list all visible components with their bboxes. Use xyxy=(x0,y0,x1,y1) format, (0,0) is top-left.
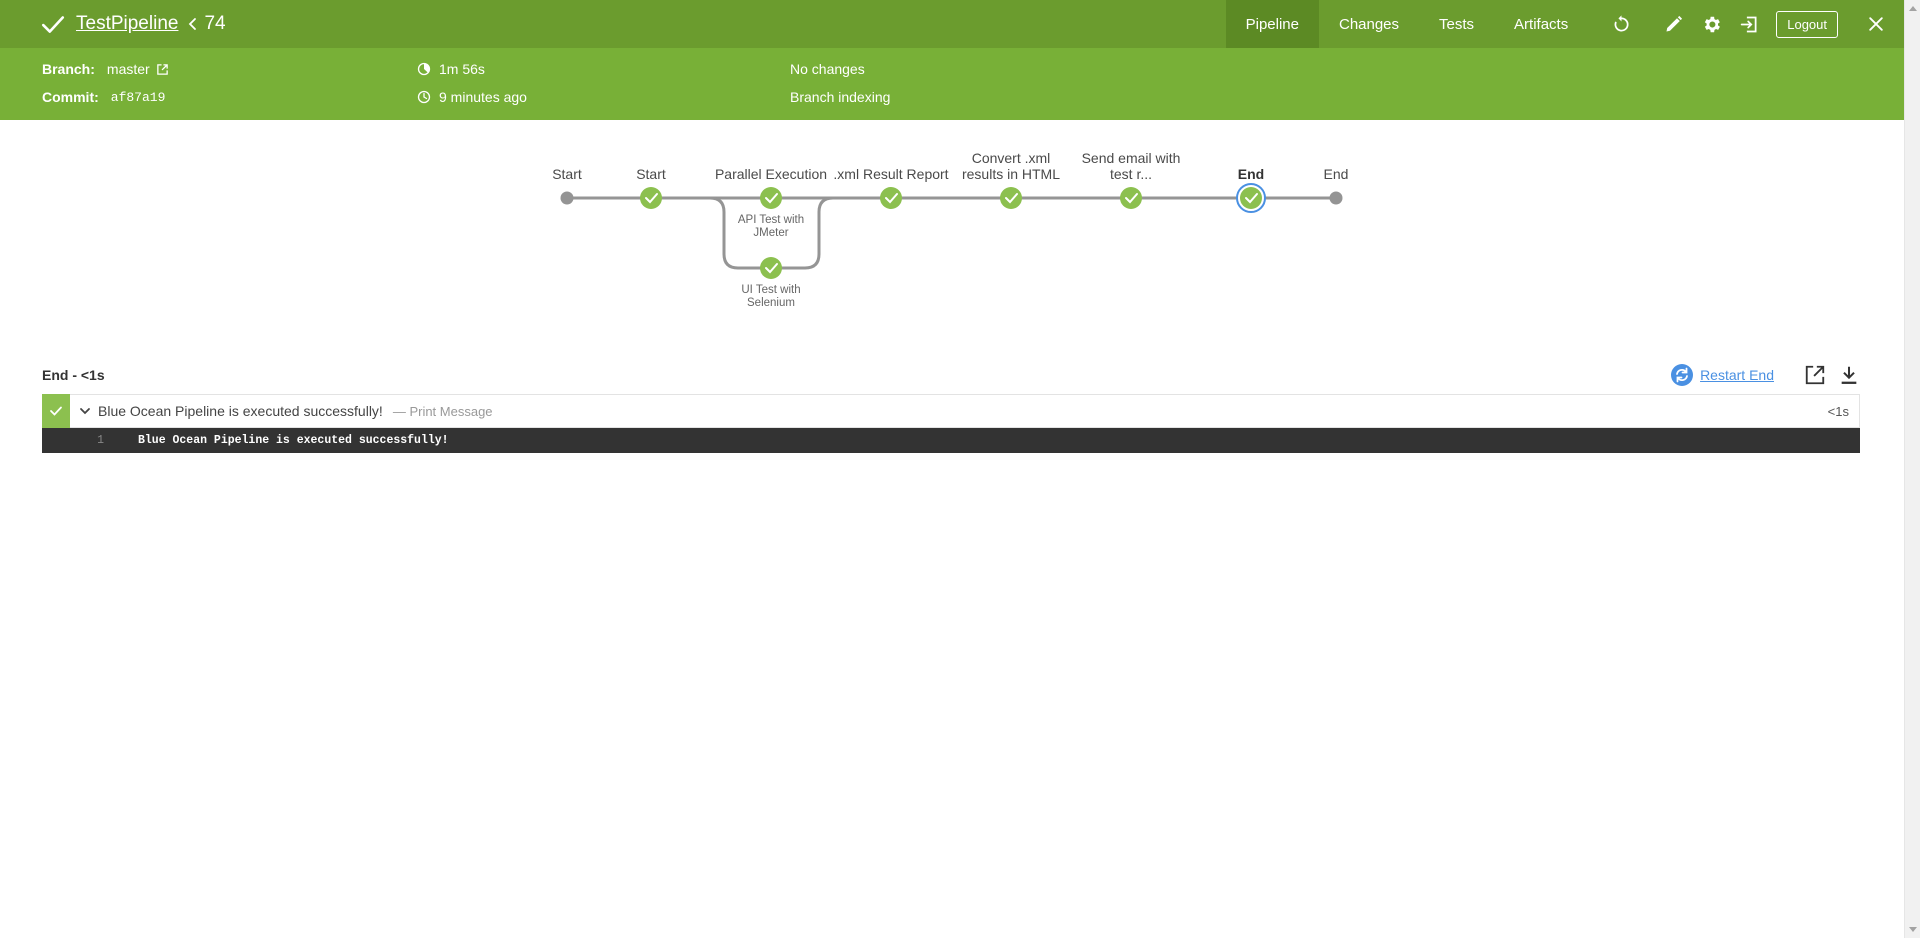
cause-value: Branch indexing xyxy=(790,89,891,105)
changes-value: No changes xyxy=(790,61,865,77)
step-row[interactable]: Blue Ocean Pipeline is executed successf… xyxy=(42,394,1860,428)
step-type: — Print Message xyxy=(392,403,493,419)
commit-value[interactable]: af87a19 xyxy=(111,90,166,105)
step-duration: <1s xyxy=(1827,403,1849,419)
open-in-new-icon[interactable] xyxy=(1804,364,1826,386)
stopwatch-icon xyxy=(417,62,431,76)
logout-button[interactable]: Logout xyxy=(1776,10,1838,38)
graph-node-start[interactable] xyxy=(560,191,574,205)
stage-label-line: results in HTML xyxy=(961,166,1061,182)
tab-artifacts[interactable]: Artifacts xyxy=(1494,0,1588,48)
branch-label-line: API Test with xyxy=(737,214,805,226)
success-check-icon xyxy=(41,16,65,33)
branch-value[interactable]: master xyxy=(107,61,150,77)
external-link-icon[interactable] xyxy=(156,63,169,76)
download-icon[interactable] xyxy=(1838,364,1860,386)
graph-node-api-test[interactable] xyxy=(760,187,782,209)
edit-icon xyxy=(1666,15,1682,31)
restart-stage-link[interactable]: Restart End xyxy=(1700,367,1774,383)
exit-button[interactable] xyxy=(1730,0,1768,48)
graph-node-convert-html[interactable] xyxy=(1000,187,1022,209)
top-bar: TestPipeline 74 Pipeline Changes Tests A… xyxy=(0,0,1904,48)
gear-icon xyxy=(1704,16,1720,32)
top-nav: Pipeline Changes Tests Artifacts Logout xyxy=(1225,0,1904,48)
stage-label-line: Convert .xml xyxy=(971,150,1051,166)
step-title: End - <1s xyxy=(42,367,105,383)
branch-label-line: JMeter xyxy=(753,227,789,239)
close-icon xyxy=(1869,17,1883,31)
pipeline-graph: Start Start Parallel Execution .xml Resu… xyxy=(0,120,1904,350)
tab-pipeline[interactable]: Pipeline xyxy=(1225,0,1319,48)
stage-label-start-stage[interactable]: Start xyxy=(581,166,721,182)
restart-icon[interactable] xyxy=(1670,363,1694,387)
graph-node-end[interactable] xyxy=(1329,191,1343,205)
scroll-down-arrow[interactable] xyxy=(1909,927,1917,932)
run-number: 74 xyxy=(204,13,226,34)
commit-label: Commit: xyxy=(42,89,99,105)
log-line-text: Blue Ocean Pipeline is executed successf… xyxy=(138,434,449,447)
run-details-bar: Branch: master Commit: af87a19 1m 56s 9 … xyxy=(0,48,1904,120)
tab-changes[interactable]: Changes xyxy=(1319,0,1419,48)
stage-label-line: Send email with xyxy=(1081,150,1181,166)
cause-info: Branch indexing xyxy=(790,87,890,107)
stage-label-convert-html[interactable]: Convert .xml results in HTML xyxy=(941,150,1081,182)
duration-value: 1m 56s xyxy=(439,61,485,77)
stage-label-end: End xyxy=(1323,166,1349,182)
chevron-down-icon[interactable] xyxy=(78,404,92,418)
branch-label-line: Selenium xyxy=(747,297,795,309)
branch-label-line: UI Test with xyxy=(741,284,801,296)
exit-icon xyxy=(1740,16,1757,32)
edit-button[interactable] xyxy=(1654,0,1692,48)
branch-label: Branch: xyxy=(42,61,95,77)
clock-icon xyxy=(417,90,431,104)
stage-label-parallel[interactable]: Parallel Execution xyxy=(701,166,841,182)
graph-node-start-stage[interactable] xyxy=(640,187,662,209)
tab-tests[interactable]: Tests xyxy=(1419,0,1494,48)
branch-info: Branch: master xyxy=(42,59,169,79)
settings-button[interactable] xyxy=(1692,0,1730,48)
scroll-up-arrow[interactable] xyxy=(1909,6,1917,11)
branch-label-api-test[interactable]: API Test with JMeter xyxy=(721,214,821,240)
time-ago-value: 9 minutes ago xyxy=(439,89,527,105)
page-scrollbar[interactable] xyxy=(1904,0,1920,938)
step-status-success xyxy=(42,394,70,428)
chevron-left-icon xyxy=(189,18,197,30)
replay-icon xyxy=(1614,14,1629,31)
run-title: TestPipeline 74 xyxy=(0,0,226,48)
close-button[interactable] xyxy=(1848,0,1904,48)
stage-label-xml-report[interactable]: .xml Result Report xyxy=(821,166,961,182)
stage-label-line: test r... xyxy=(1109,166,1152,182)
graph-node-ui-test[interactable] xyxy=(760,257,782,279)
graph-node-end-stage[interactable] xyxy=(1236,183,1266,213)
log-line-number[interactable]: 1 xyxy=(42,434,104,447)
time-ago-info: 9 minutes ago xyxy=(417,87,527,107)
step-log-header: End - <1s Restart End xyxy=(42,362,1860,388)
branch-label-ui-test[interactable]: UI Test with Selenium xyxy=(721,284,821,310)
console-output: 1 Blue Ocean Pipeline is executed succes… xyxy=(42,428,1860,453)
commit-info: Commit: af87a19 xyxy=(42,87,165,107)
pipeline-name-link[interactable]: TestPipeline xyxy=(76,13,178,35)
stage-label-send-email[interactable]: Send email with test r... xyxy=(1061,150,1201,182)
check-icon xyxy=(50,406,62,416)
log-actions: Restart End xyxy=(1670,363,1860,387)
graph-node-send-email[interactable] xyxy=(1120,187,1142,209)
rerun-button[interactable] xyxy=(1602,0,1640,48)
changes-info: No changes xyxy=(790,59,865,79)
duration-info: 1m 56s xyxy=(417,59,485,79)
step-text: Blue Ocean Pipeline is executed successf… xyxy=(98,403,383,419)
graph-node-xml-report[interactable] xyxy=(880,187,902,209)
